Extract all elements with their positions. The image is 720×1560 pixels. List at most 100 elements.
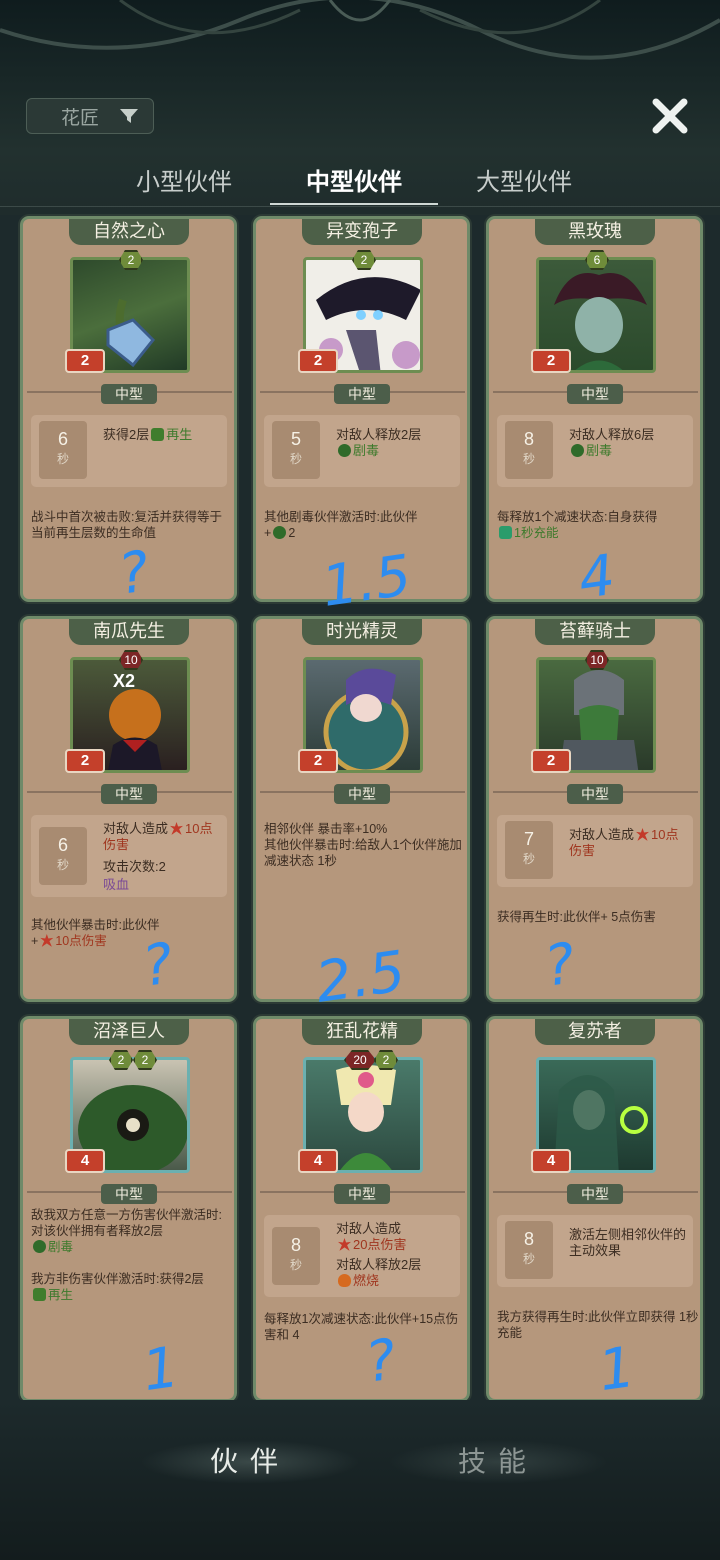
desc-line: 其他伙伴暴击时:此伙伴: [31, 918, 160, 932]
regen-icon: [151, 428, 165, 441]
partner-card-zhaozejuren[interactable]: 沼泽巨人 2 2 4 中型 敌我双方任意一方伤害伙伴激活时:对该伙伴拥有者释放2…: [20, 1016, 237, 1405]
effect-text: 对敌人释放6层 剧毒: [569, 427, 654, 459]
partner-card-heimeigui[interactable]: 黑玫瑰 6 2 中型 8秒 对敌人释放6层 剧毒 每释放1个减速状态:自身获得 1秒…: [486, 216, 703, 612]
card-description: 其他伙伴暴击时:此伙伴 +10点伤害: [31, 918, 160, 948]
cooldown-box: 5 秒 对敌人释放2层 剧毒: [264, 415, 460, 487]
handwritten-note: 1.5: [317, 543, 416, 620]
handwritten-note: 1: [594, 1334, 639, 1405]
damage-tag: 2: [531, 749, 571, 773]
partner-card-kuangluanhuajing[interactable]: 狂乱花精 20 2 4 中型 8秒 对敌人造成 20点伤害 对敌人释放2层 燃烧 每…: [253, 1016, 470, 1402]
cooldown-value: 8: [290, 1235, 301, 1255]
cooldown-value: 5: [290, 429, 301, 449]
cooldown-unit: 秒: [56, 858, 69, 872]
damage-icon: [40, 934, 54, 947]
cooldown-value: 6: [57, 429, 68, 449]
cooldown-box: 8 秒 激活左侧相邻伙伴的主动效果: [497, 1215, 693, 1287]
cooldown-unit: 秒: [289, 1258, 302, 1272]
desc-value: 2: [288, 526, 296, 540]
card-title: 复苏者: [535, 1019, 655, 1045]
close-icon: [652, 98, 688, 134]
partner-card-taixianqishi[interactable]: 苔藓骑士 10 2 中型 7秒 对敌人造成 10点伤害 获得再生时:此伙伴+ 5点…: [486, 616, 703, 1002]
cooldown-unit: 秒: [522, 852, 535, 866]
damage-tag: 4: [531, 1149, 571, 1173]
damage-tag: 2: [298, 349, 338, 373]
bottom-bar: [0, 1400, 720, 1560]
desc-value: 10点伤害: [55, 934, 107, 948]
effect-line: 对敌人释放2层: [336, 427, 422, 442]
partner-card-ziranzhixin[interactable]: 自然之心 2 2 中型 6秒 获得2层 再生 战斗中首次被击败:复活并获得等于当前…: [20, 216, 237, 608]
poison-icon: [273, 526, 287, 539]
desc-line: 我方非伤害伙伴激活时:获得2层: [31, 1272, 204, 1286]
card-title: 自然之心: [69, 219, 189, 245]
handwritten-note: 1: [138, 1334, 183, 1405]
desc-tag: 剧毒: [48, 1240, 74, 1254]
tab-small-partners[interactable]: 小型伙伴: [104, 164, 264, 204]
card-title: 南瓜先生: [69, 619, 189, 645]
partner-card-shiguangjingling[interactable]: 时光精灵 2 中型 相邻伙伴 暴击率+10% 其他伙伴暴击时:给敌人1个伙伴施加…: [253, 616, 470, 1016]
size-badge: 中型: [567, 784, 623, 804]
cooldown-unit: 秒: [56, 452, 69, 466]
desc-value: 1秒充能: [514, 526, 559, 540]
effect-line-2: 攻击次数:2: [103, 859, 166, 874]
effect-tag: 再生: [166, 427, 193, 442]
card-description: 战斗中首次被击败:复活并获得等于当前再生层数的生命值: [31, 510, 222, 540]
filter-dropdown[interactable]: 花匠: [26, 98, 154, 134]
effect-tag: 燃烧: [353, 1273, 380, 1288]
desc-line: 其他剧毒伙伴激活时:此伙伴: [264, 510, 418, 524]
damage-icon: [170, 822, 184, 835]
effect-text: 获得2层 再生: [103, 427, 192, 443]
tab-divider: [0, 206, 720, 207]
bottom-tab-skills[interactable]: 技能: [388, 1440, 608, 1484]
damage-tag: 2: [65, 349, 105, 373]
size-badge: 中型: [101, 784, 157, 804]
size-badge: 中型: [334, 384, 390, 404]
cooldown-value: 8: [523, 1229, 534, 1249]
cooldown-unit: 秒: [522, 1252, 535, 1266]
cooldown-box: 8 秒 对敌人造成 20点伤害 对敌人释放2层 燃烧: [264, 1215, 460, 1297]
damage-icon: [338, 1238, 351, 1251]
cooldown-unit: 秒: [522, 452, 535, 466]
cooldown-value: 6: [57, 835, 68, 855]
effect-line: 对敌人造成: [569, 827, 635, 842]
effect-tag: 剧毒: [586, 443, 613, 458]
desc-line: 每释放1个减速状态:自身获得: [497, 510, 658, 524]
damage-tag: 2: [531, 349, 571, 373]
filter-label: 花匠: [61, 107, 100, 129]
cooldown-box: 6 秒 获得2层 再生: [31, 415, 227, 487]
burn-icon: [338, 1274, 351, 1287]
funnel-icon: [120, 109, 138, 123]
damage-tag: 2: [298, 749, 338, 773]
effect-line: 对敌人造成: [336, 1221, 402, 1236]
tab-medium-partners[interactable]: 中型伙伴: [274, 164, 434, 204]
card-title: 沼泽巨人: [69, 1019, 189, 1045]
cooldown-unit: 秒: [289, 452, 302, 466]
handwritten-note: 2.5: [311, 939, 410, 1016]
card-description: 我方获得再生时:此伙伴立即获得 1秒充能: [497, 1310, 699, 1340]
tab-large-partners[interactable]: 大型伙伴: [444, 164, 604, 204]
effect-text: 对敌人造成 20点伤害: [336, 1221, 406, 1253]
size-badge: 中型: [101, 384, 157, 404]
card-description: 敌我双方任意一方伤害伙伴激活时:对该伙伴拥有者释放2层 剧毒: [31, 1207, 233, 1255]
size-badge: 中型: [567, 1184, 623, 1204]
poison-icon: [571, 444, 584, 457]
effect-line: 对敌人造成: [103, 821, 169, 836]
effect-line: 获得2层: [103, 427, 150, 442]
card-title: 异变孢子: [302, 219, 422, 245]
size-badge: 中型: [101, 1184, 157, 1204]
effect-line: 激活左侧相邻伙伴的主动效果: [569, 1227, 687, 1258]
effect-text: 对敌人释放2层 剧毒: [336, 427, 421, 459]
handwritten-note: 4: [574, 542, 619, 613]
close-button[interactable]: [648, 94, 692, 138]
damage-tag: 4: [65, 1149, 105, 1173]
cooldown-value: 8: [523, 429, 534, 449]
size-badge: 中型: [334, 1184, 390, 1204]
effect-line: 对敌人释放2层: [336, 1257, 422, 1272]
partner-card-nanguaxiansheng[interactable]: 南瓜先生 10 X2 2 中型 6秒 对敌人造成 10点伤害 攻击次数:2 吸血 …: [20, 616, 237, 1002]
size-badge: 中型: [334, 784, 390, 804]
bottom-tab-partners[interactable]: 伙伴: [140, 1440, 360, 1484]
effect-tag: 剧毒: [353, 443, 380, 458]
card-title: 时光精灵: [302, 619, 422, 645]
damage-icon: [636, 828, 650, 841]
partner-card-fusuzhe[interactable]: 复苏者 4 中型 8 秒 激活左侧相邻伙伴的主动效果 我方获得再生时:此伙伴立即获…: [486, 1016, 703, 1405]
partner-card-yibianbaozi[interactable]: 异变孢子 2 2 中型 5 秒 对敌人释放2层 剧毒 其他剧毒伙伴激活时:此伙伴 +2…: [253, 216, 470, 620]
